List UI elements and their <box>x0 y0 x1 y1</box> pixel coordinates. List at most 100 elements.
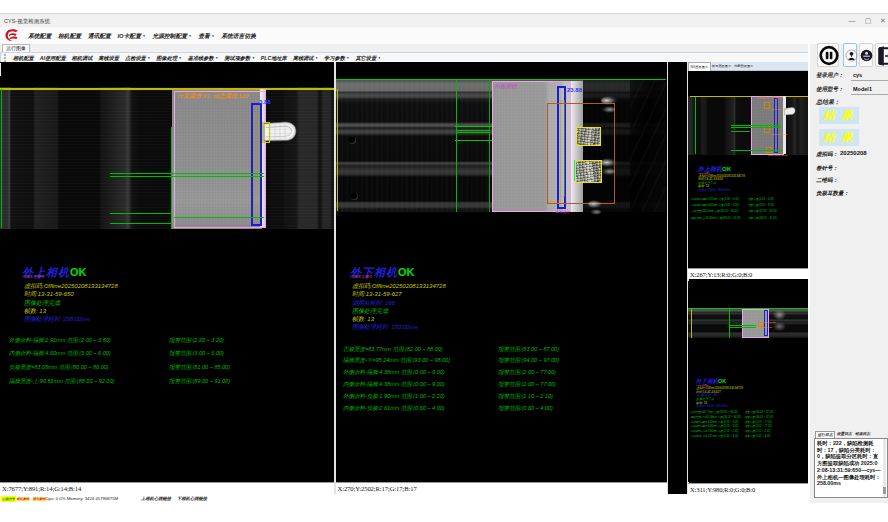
alarm-range-line: 报警范围:(2.00 ~ 77.00) <box>498 381 559 393</box>
item-label: 极耳画面显示 <box>712 64 731 68</box>
model-value[interactable]: Model1 <box>853 86 872 92</box>
alarm-range-list-mini: 报警范围:(2.20 ~ 3.20)报警范围:(3.00 ~ 6.00)报警范围… <box>748 197 777 223</box>
info-line: 虚拟码:Offline20250208133134728 <box>24 282 118 290</box>
item-label: 基准线参数 <box>188 55 214 61</box>
alarm-range-line: 报警范围:(83.00 ~ 87.00) <box>498 346 559 358</box>
panel-separator <box>667 62 669 494</box>
green-measure-line <box>110 213 172 214</box>
measurement-line: 隔膜宽度-上:90.56mm 范围:(88.00 ~ 92.00) <box>9 378 114 392</box>
info-line: 图像处理完成 <box>24 299 118 307</box>
app-window: CYS-视觉检测系统 — ▢ ✕ 系统配置 相机配置 通讯配置 IO卡配置▼ 光… <box>0 0 888 522</box>
measurement-line: 外侧余料-隔膜:4.38mm 范围:(0.00 ~ 9.00) <box>343 369 450 381</box>
ng-view-tab[interactable]: 极耳画面显示 <box>711 62 733 70</box>
log-tab[interactable]: 错误日志 <box>853 431 871 437</box>
mes-text: MES光栅:0 <box>352 274 372 279</box>
qr-label: 二维码： <box>816 177 838 184</box>
menu-item[interactable]: 系统配置 <box>28 32 51 41</box>
camera-info-lines: 虚拟码:Offline20250208133134728时间:13-31-59-… <box>24 282 118 323</box>
bolt-highlight <box>590 209 601 215</box>
user-lock-button[interactable] <box>859 43 873 67</box>
item-label: 运行日志 <box>818 433 833 437</box>
ng-view-tabs: NG画面显示极耳画面显示轮廓画面显示 <box>688 62 808 71</box>
ng-view-tab[interactable]: NG画面显示 <box>688 62 711 71</box>
panel-corner-mark <box>0 63 1 76</box>
green-edge-line <box>729 309 730 338</box>
bolt-highlight <box>773 322 786 331</box>
menu-item[interactable]: 光源控制配置▼ <box>152 32 191 41</box>
item-label: NG画面显示 <box>691 65 709 69</box>
camera-title-text: 外上相机 <box>698 166 722 172</box>
upper-camera-heartbeat-text: 上相机心跳链接 <box>141 496 171 501</box>
measure-rect-blue <box>764 310 768 336</box>
camera-image-upper[interactable] <box>0 87 334 229</box>
defect-mark-text: 1.90 (1.00~2.20) <box>756 326 772 328</box>
result-box-upper: 结 果 <box>819 107 859 124</box>
log-scrollbar[interactable] <box>883 439 886 497</box>
green-edge-line-2 <box>489 80 490 212</box>
item-label: AI使用配置 <box>40 55 66 61</box>
item-label: 错误日志 <box>855 432 870 436</box>
log-scrollbar-thumb[interactable] <box>883 487 886 494</box>
item-label: 查看 <box>198 33 210 39</box>
tab-metal-box <box>575 160 602 183</box>
bolt-highlight <box>588 200 602 208</box>
alarm-range-line: 报警范围:(89.00 ~ 91.00) <box>748 216 777 222</box>
image-dark-right-area <box>630 80 666 212</box>
log-textarea[interactable]: 耗时：222，缺陷检测耗时：17，缺陷分类耗时：0，缺陷提取分区耗时：直方图提取… <box>814 438 888 498</box>
bolt-highlight <box>601 158 617 167</box>
measurement-line: 外侧余料-隔膜:2.91mm 范围:(2.00 ~ 3.50) <box>9 337 114 351</box>
defect-mark-text: 2.91 (2.00~3.50) <box>771 108 787 110</box>
ai-tag-text: AI检测框 <box>556 210 570 214</box>
dropdown-arrow-icon: ▼ <box>378 56 381 60</box>
ng-view-tab[interactable]: 轮廓画面显示 <box>733 62 755 70</box>
minimize-button[interactable]: — <box>846 16 858 26</box>
info-line: 图像处理耗时: 183.00ms <box>352 323 446 331</box>
menu-item[interactable]: IO卡配置▼ <box>117 32 145 41</box>
alarm-range-line: 报警范围:(0.60 ~ 4.00) <box>745 434 774 439</box>
measurement-line: 内侧余料-隔膜:4.38mm 范围:(0.00 ~ 9.00) <box>343 381 450 393</box>
defect-mark-text: 83.05 (80.00~86.00) <box>768 154 788 156</box>
menu-item[interactable]: 查看▼ <box>198 32 214 41</box>
toolbar-grip[interactable] <box>4 54 8 62</box>
log-tab[interactable]: 设置日志 <box>835 431 853 437</box>
green-measure-line <box>731 127 781 128</box>
login-user-button[interactable] <box>843 43 857 67</box>
blue-measure-value: 3.88 <box>259 99 271 105</box>
info-line: 帧数: 13 <box>352 315 446 323</box>
yellow-reference-line <box>0 88 334 90</box>
dropdown-arrow-icon: ▼ <box>315 56 318 60</box>
item-label: 通讯配置 <box>88 33 111 39</box>
title-bar: CYS-视觉检测系统 — ▢ ✕ <box>0 13 888 28</box>
alarm-range-line: 报警范围:(3.00 ~ 6.00) <box>169 350 230 364</box>
user-value[interactable]: cys <box>853 72 862 78</box>
exit-button[interactable] <box>875 43 888 67</box>
tab-run-image[interactable]: 运行图像 <box>2 44 30 52</box>
tab-strip: 运行图像 <box>0 44 808 52</box>
result-ok-text: OK <box>70 266 87 278</box>
dropdown-arrow-icon: ▼ <box>346 56 349 60</box>
pause-button[interactable] <box>817 43 839 67</box>
dropdown-arrow-icon: ▼ <box>147 56 150 60</box>
item-label: 相机配置 <box>58 33 81 39</box>
info-line: 图像处理耗时: 258.00ms <box>698 189 745 193</box>
blue-measure-value: 23.88 <box>567 87 582 93</box>
measurement-list: 外侧余料-隔膜:2.91mm 范围:(2.00 ~ 3.50)内侧余料-隔膜:4… <box>9 337 114 393</box>
green-measure-line <box>731 150 782 151</box>
item-label: 轮廓画面显示 <box>734 64 753 68</box>
menu-item[interactable]: 通讯配置 <box>88 32 111 41</box>
green-measure-line <box>110 176 264 177</box>
mes-text: MES光栅:1 <box>24 274 44 279</box>
item-label: 其它设置 <box>355 55 376 61</box>
measurement-line: 隔膜宽度-上:90.56mm 范围:(88.00 ~ 92.00) <box>691 216 741 222</box>
maximize-button[interactable]: ▢ <box>862 16 874 26</box>
menu-item[interactable]: 系统语言切换 <box>221 32 256 41</box>
menu-item[interactable]: 相机配置 <box>58 32 81 41</box>
item-label: 光源控制配置 <box>152 33 187 39</box>
dropdown-arrow-icon: ▼ <box>179 56 182 60</box>
item-label: 系统语言切换 <box>221 33 256 39</box>
green-measure-line <box>110 173 264 174</box>
dropdown-arrow-icon: ▼ <box>189 34 192 38</box>
item-label: 离线设置 <box>98 55 119 61</box>
alarm-range-line: 报警范围:(81.00 ~ 85.00) <box>169 364 230 378</box>
close-button[interactable]: ✕ <box>877 16 888 26</box>
